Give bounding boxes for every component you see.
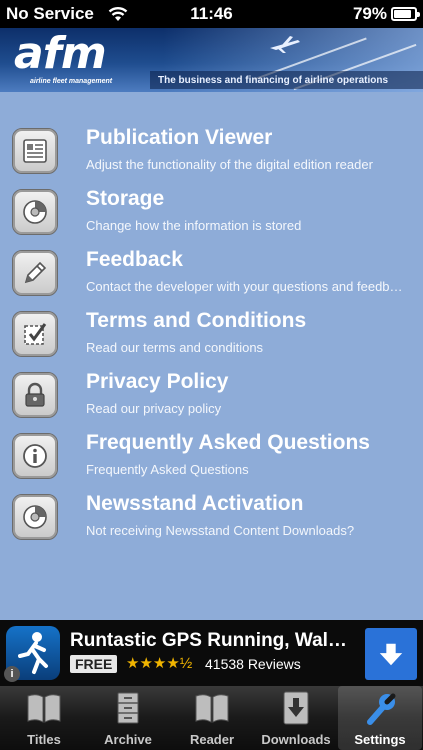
menu-item-storage[interactable]: Storage Change how the information is st… — [0, 181, 423, 241]
menu-item-title: Feedback — [86, 248, 183, 271]
archive-icon — [117, 692, 139, 724]
ad-title: Runtastic GPS Running, Walkin… — [70, 630, 350, 651]
menu-item-faq[interactable]: Frequently Asked Questions Frequently As… — [0, 425, 423, 485]
tab-reader[interactable]: Reader — [170, 686, 254, 750]
menu-item-subtitle: Not receiving Newsstand Content Download… — [86, 523, 355, 538]
settings-list: Publication Viewer Adjust the functional… — [0, 92, 423, 620]
menu-item-publication-viewer[interactable]: Publication Viewer Adjust the functional… — [0, 120, 423, 180]
ad-banner[interactable]: i Runtastic GPS Running, Walkin… FREE ★★… — [0, 620, 423, 686]
tab-downloads[interactable]: Downloads — [254, 686, 338, 750]
tab-bar: Titles Archive Reader Downloads Settings — [0, 686, 423, 750]
arrow-down-icon — [379, 643, 403, 666]
menu-item-title: Publication Viewer — [86, 126, 273, 149]
logo-subtitle: airline fleet management — [30, 78, 113, 85]
price-badge: FREE — [70, 655, 118, 673]
tab-archive[interactable]: Archive — [86, 686, 170, 750]
menu-item-subtitle: Adjust the functionality of the digital … — [86, 157, 373, 172]
menu-item-subtitle: Frequently Asked Questions — [86, 462, 249, 477]
publication-icon — [12, 128, 58, 174]
info-icon — [12, 433, 58, 479]
afm-logo: afm — [14, 28, 107, 79]
pencil-icon — [12, 250, 58, 296]
menu-item-title: Terms and Conditions — [86, 309, 307, 332]
menu-item-newsstand[interactable]: Newsstand Activation Not receiving Newss… — [0, 486, 423, 546]
header-tagline: The business and financing of airline op… — [158, 75, 389, 86]
storage-icon — [12, 494, 58, 540]
tab-label: Titles — [27, 732, 61, 747]
menu-item-title: Frequently Asked Questions — [86, 431, 370, 454]
status-bar: No Service 11:46 79% — [0, 0, 423, 28]
checkbox-icon — [12, 311, 58, 357]
menu-item-subtitle: Contact the developer with your question… — [86, 279, 403, 294]
menu-item-title: Storage — [86, 187, 165, 210]
info-icon[interactable]: i — [4, 666, 20, 682]
tab-titles[interactable]: Titles — [2, 686, 86, 750]
tab-label: Archive — [104, 732, 152, 747]
book-icon — [195, 694, 229, 723]
star-rating: ★★★★½ — [126, 655, 193, 672]
tab-settings[interactable]: Settings — [338, 686, 422, 750]
menu-item-privacy[interactable]: Privacy Policy Read our privacy policy — [0, 364, 423, 424]
airplane-icon — [270, 36, 300, 53]
menu-item-subtitle: Change how the information is stored — [86, 218, 302, 233]
download-icon — [283, 691, 309, 725]
menu-item-terms[interactable]: Terms and Conditions Read our terms and … — [0, 303, 423, 363]
storage-icon — [12, 189, 58, 235]
menu-item-title: Newsstand Activation — [86, 492, 304, 515]
download-button[interactable] — [365, 628, 417, 680]
tab-label: Reader — [189, 732, 235, 747]
menu-item-title: Privacy Policy — [86, 370, 229, 393]
review-count: 41538 Reviews — [205, 656, 301, 672]
battery-percent: 79% — [352, 4, 387, 23]
tab-label: Downloads — [261, 732, 331, 747]
lock-icon — [12, 372, 58, 418]
wrench-icon — [367, 693, 396, 725]
book-icon — [27, 694, 61, 723]
menu-item-subtitle: Read our terms and conditions — [86, 340, 264, 355]
menu-item-feedback[interactable]: Feedback Contact the developer with your… — [0, 242, 423, 302]
tab-label: Settings — [354, 732, 406, 747]
menu-item-subtitle: Read our privacy policy — [86, 401, 222, 416]
battery-icon — [391, 7, 420, 21]
header-banner: afm airline fleet management The busines… — [0, 28, 423, 92]
